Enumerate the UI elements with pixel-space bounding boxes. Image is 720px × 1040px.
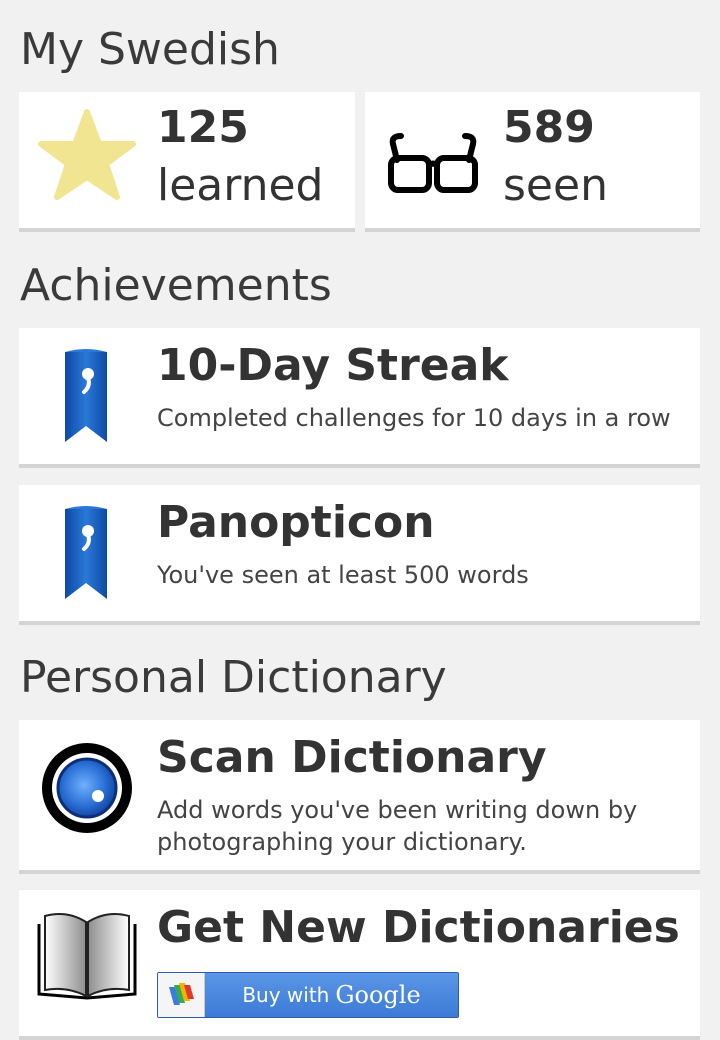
google-brand-text: Google	[335, 981, 421, 1009]
get-new-dictionaries-title: Get New Dictionaries	[157, 902, 680, 953]
learned-stat-card[interactable]: 125 learned	[19, 92, 355, 232]
seen-stat-card[interactable]: 589 seen	[365, 92, 700, 232]
book-icon	[37, 906, 137, 1006]
achievement-title: 10-Day Streak	[157, 340, 509, 391]
section-title-achievements: Achievements	[20, 260, 332, 311]
learned-label: learned	[157, 160, 324, 211]
scan-dictionary-description: Add words you've been writing down by ph…	[157, 796, 638, 856]
achievement-card-panopticon[interactable]: Panopticon You've seen at least 500 word…	[19, 485, 700, 625]
glasses-icon	[383, 106, 483, 206]
achievement-description: You've seen at least 500 words	[157, 561, 529, 589]
seen-count: 589	[503, 102, 595, 153]
achievement-description: Completed challenges for 10 days in a ro…	[157, 404, 671, 432]
buy-with-prefix: Buy with	[242, 983, 330, 1007]
section-title-personal-dictionary: Personal Dictionary	[20, 652, 447, 703]
get-new-dictionaries-card[interactable]: Get New Dictionaries Buy with Google	[19, 890, 700, 1040]
ribbon-icon	[37, 501, 137, 601]
scan-dictionary-card[interactable]: Scan Dictionary Add words you've been wr…	[19, 720, 700, 874]
google-wallet-icon	[158, 973, 205, 1017]
buy-with-google-label: Buy with Google	[205, 973, 458, 1017]
section-title-my-swedish: My Swedish	[20, 24, 280, 75]
star-icon	[37, 106, 137, 206]
learned-count: 125	[157, 102, 249, 153]
buy-with-google-button[interactable]: Buy with Google	[157, 972, 459, 1018]
achievement-card-streak[interactable]: 10-Day Streak Completed challenges for 1…	[19, 328, 700, 468]
achievement-title: Panopticon	[157, 497, 435, 548]
camera-lens-icon	[37, 738, 137, 838]
seen-label: seen	[503, 160, 608, 211]
scan-dictionary-title: Scan Dictionary	[157, 732, 547, 783]
ribbon-icon	[37, 344, 137, 444]
